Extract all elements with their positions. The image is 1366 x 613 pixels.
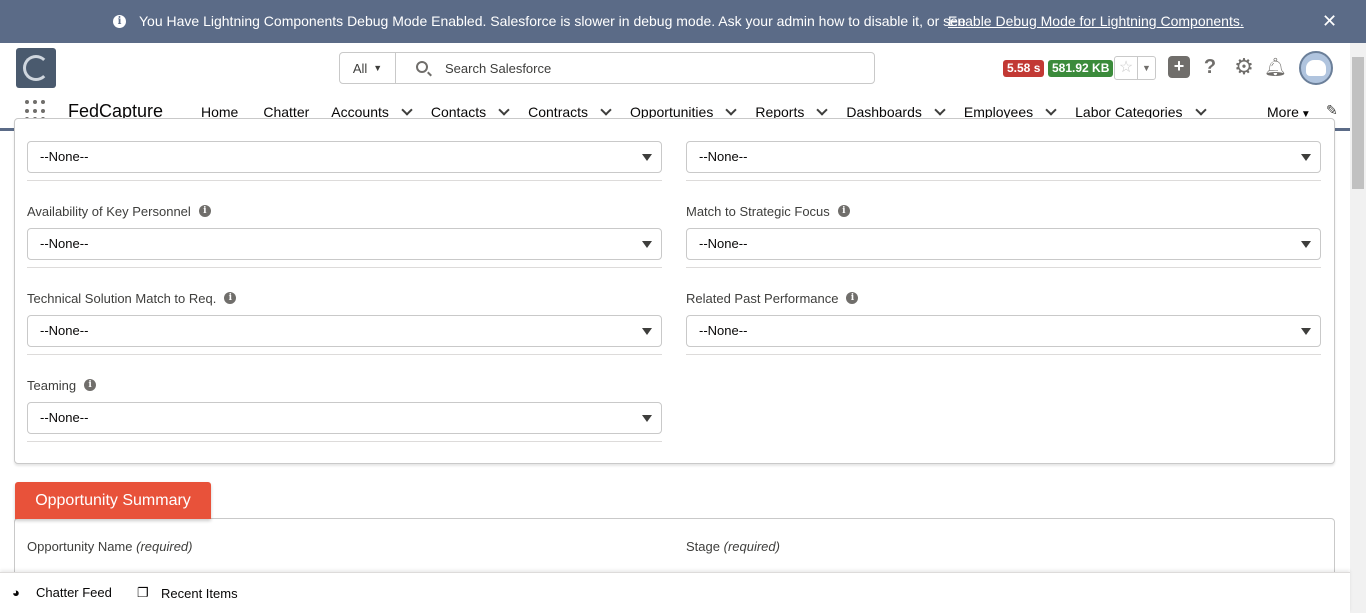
select-value: --None-- <box>699 236 748 251</box>
global-search: All ▼ <box>339 52 875 84</box>
caret-down-icon <box>642 154 652 161</box>
picklist-select[interactable]: --None-- <box>686 141 1321 173</box>
field-divider <box>27 180 662 181</box>
debug-mode-banner: i You Have Lightning Components Debug Mo… <box>0 0 1366 43</box>
chevron-down-icon[interactable] <box>401 104 413 116</box>
field-technical-solution-match: Technical Solution Match to Req. i --None… <box>27 289 662 355</box>
org-logo[interactable] <box>16 48 56 88</box>
picklist-select[interactable]: --None-- <box>27 315 662 347</box>
utility-recent-items[interactable]: ❐ Recent Items <box>137 585 238 601</box>
chevron-down-icon[interactable] <box>600 104 612 116</box>
field-label: Teaming <box>27 377 77 393</box>
chevron-down-icon[interactable] <box>1045 104 1057 116</box>
caret-down-icon: ▼ <box>373 63 383 73</box>
perf-time-badge: 5.58 s <box>1003 60 1045 77</box>
help-info-icon[interactable]: i <box>837 205 850 217</box>
field-label: Availability of Key Personnel <box>27 203 191 219</box>
picklist-select[interactable]: --None-- <box>27 228 662 260</box>
setup-gear-icon[interactable]: ⚙ <box>1233 56 1255 78</box>
help-info-icon[interactable]: i <box>84 379 97 391</box>
favorites-control: ☆ ▼ <box>1114 56 1156 80</box>
search-input[interactable] <box>445 59 845 77</box>
chevron-down-icon[interactable] <box>816 104 829 116</box>
close-icon[interactable]: ✕ <box>1322 11 1337 32</box>
opportunity-assessment-card: --None-- --None-- Availability of Key Pe… <box>14 118 1335 464</box>
help-info-icon[interactable]: i <box>846 292 859 304</box>
section-title: Opportunity Summary <box>35 491 191 509</box>
field-divider <box>27 441 662 442</box>
field-divider <box>686 180 1321 181</box>
notifications-bell-icon[interactable]: 🔔︎ <box>1264 56 1287 78</box>
logo-ring-icon <box>23 55 49 81</box>
chatter-icon: ◕ <box>12 585 20 600</box>
field-label: Technical Solution Match to Req. <box>27 290 217 306</box>
search-scope-dropdown[interactable]: All ▼ <box>340 53 396 83</box>
chevron-down-icon[interactable] <box>498 104 510 116</box>
field-label: Match to Strategic Focus <box>686 203 830 219</box>
help-icon[interactable]: ? <box>1199 56 1221 78</box>
utility-label: Chatter Feed <box>36 585 112 600</box>
search-scope-label: All <box>352 60 368 76</box>
picklist-select[interactable]: --None-- <box>686 228 1321 260</box>
select-value: --None-- <box>40 410 89 425</box>
banner-message: You Have Lightning Components Debug Mode… <box>139 13 966 29</box>
page-scrollbar[interactable] <box>1350 43 1366 613</box>
chevron-down-icon[interactable] <box>1194 104 1207 116</box>
edit-nav-pencil-icon[interactable]: ✎ <box>1326 102 1338 119</box>
caret-down-icon <box>642 415 652 422</box>
global-header: All ▼ 5.58 s 581.92 KB ☆ ▼ + ? ⚙ 🔔︎ <box>0 43 1350 93</box>
field-match-strategic-focus: Match to Strategic Focus i --None-- <box>686 202 1321 268</box>
form-field-top-right: --None-- <box>686 141 1321 181</box>
utility-bar: ◕ Chatter Feed ❐ Recent Items <box>0 572 1350 613</box>
enable-debug-mode-link[interactable]: Enable Debug Mode for Lightning Componen… <box>948 13 1244 29</box>
select-value: --None-- <box>40 236 89 251</box>
caret-down-icon <box>1301 328 1311 335</box>
recent-items-icon: ❐ <box>137 585 149 600</box>
caret-down-icon <box>642 328 652 335</box>
scrollbar-thumb[interactable] <box>1352 57 1364 189</box>
select-value: --None-- <box>40 149 89 164</box>
field-label: Related Past Performance <box>686 290 839 306</box>
avatar-face-icon <box>1306 60 1326 76</box>
field-divider <box>686 354 1321 355</box>
utility-chatter-feed[interactable]: ◕ Chatter Feed <box>12 585 112 600</box>
section-header-opportunity-summary[interactable]: Opportunity Summary <box>15 482 211 519</box>
global-actions-plus-icon[interactable]: + <box>1168 56 1190 78</box>
user-avatar[interactable] <box>1299 51 1333 85</box>
caret-down-icon <box>1301 241 1311 248</box>
info-icon: i <box>113 15 126 28</box>
field-teaming: Teaming i --None-- <box>27 376 662 442</box>
caret-down-icon <box>642 241 652 248</box>
field-label: Opportunity Name <box>27 539 133 554</box>
required-indicator: (required) <box>723 539 780 554</box>
caret-down-icon <box>1301 154 1311 161</box>
chevron-down-icon[interactable] <box>934 104 946 116</box>
field-divider <box>686 267 1321 268</box>
field-divider <box>27 354 662 355</box>
field-related-past-performance: Related Past Performance i --None-- <box>686 289 1321 355</box>
field-availability-key-personnel: Availability of Key Personnel i --None-- <box>27 202 662 268</box>
field-stage: Stage (required) <box>686 539 780 554</box>
star-icon[interactable]: ☆ <box>1115 57 1137 79</box>
picklist-select[interactable]: --None-- <box>686 315 1321 347</box>
picklist-select[interactable]: --None-- <box>27 141 662 173</box>
search-icon <box>416 61 428 73</box>
help-info-icon[interactable]: i <box>198 205 211 217</box>
help-info-icon[interactable]: i <box>224 292 237 304</box>
required-indicator: (required) <box>136 539 193 554</box>
select-value: --None-- <box>40 323 89 338</box>
favorites-dropdown-icon[interactable]: ▼ <box>1137 57 1155 79</box>
picklist-select[interactable]: --None-- <box>27 402 662 434</box>
field-label: Stage <box>686 539 720 554</box>
field-divider <box>27 267 662 268</box>
perf-memory-badge: 581.92 KB <box>1048 60 1114 77</box>
select-value: --None-- <box>699 149 748 164</box>
utility-label: Recent Items <box>161 585 238 601</box>
chevron-down-icon[interactable] <box>725 104 737 116</box>
field-opportunity-name: Opportunity Name (required) <box>27 539 192 554</box>
form-field-top-left: --None-- <box>27 141 662 181</box>
select-value: --None-- <box>699 323 748 338</box>
